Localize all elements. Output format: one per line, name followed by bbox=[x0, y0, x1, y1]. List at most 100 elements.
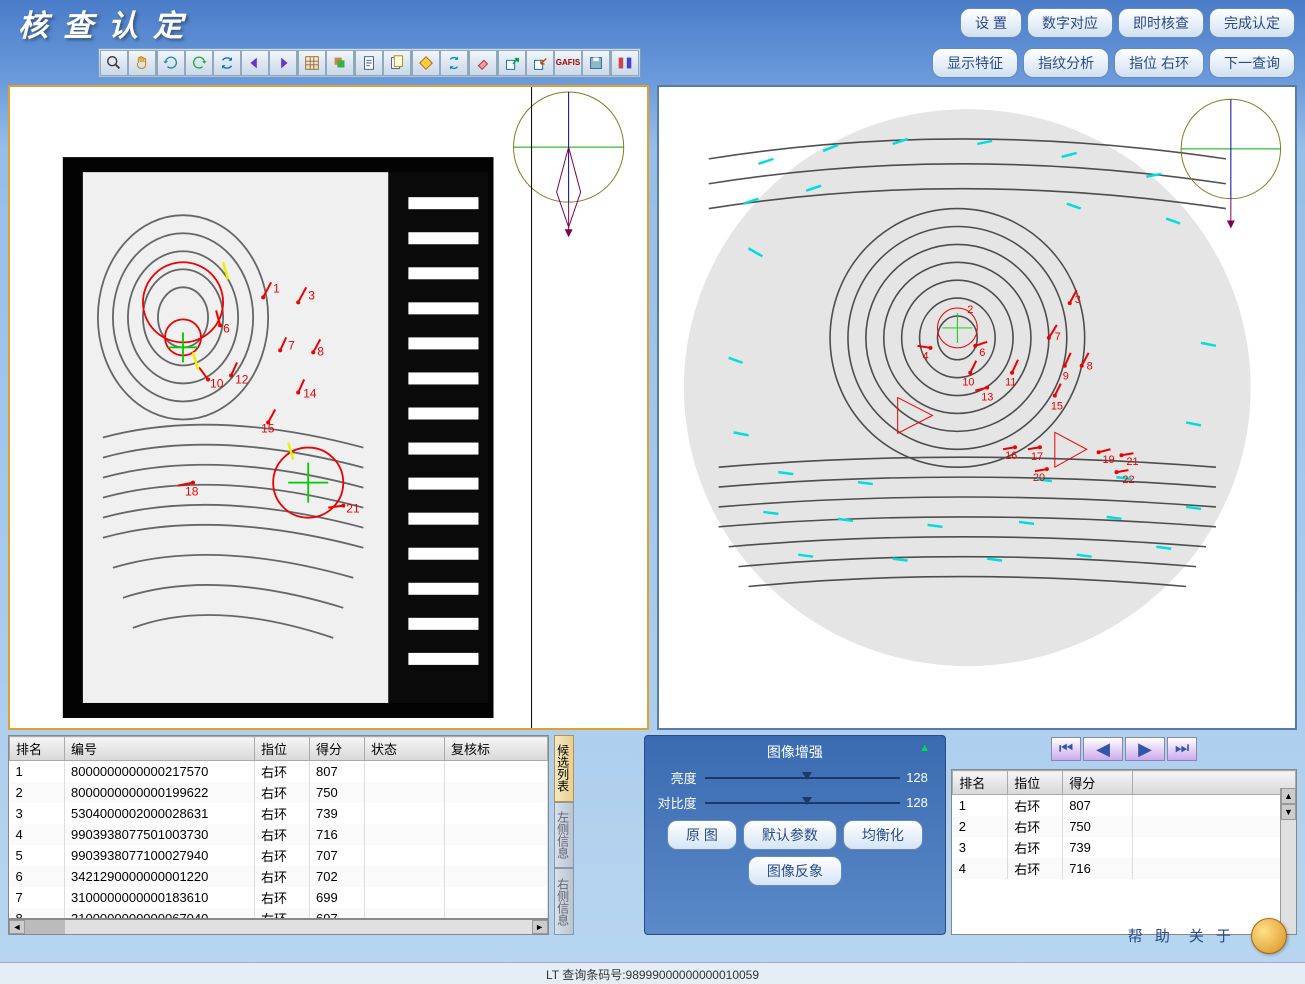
disk-icon[interactable] bbox=[582, 50, 610, 76]
about-link[interactable]: 关 于 bbox=[1189, 925, 1235, 946]
diamond-icon[interactable] bbox=[412, 50, 440, 76]
svg-text:10: 10 bbox=[210, 376, 224, 390]
nav-prev-icon[interactable]: ◀ bbox=[1083, 737, 1123, 761]
scol-blank[interactable] bbox=[1133, 771, 1296, 795]
svg-text:22: 22 bbox=[1122, 474, 1134, 486]
doc1-icon[interactable] bbox=[355, 50, 383, 76]
col-finger[interactable]: 指位 bbox=[255, 737, 310, 761]
equalize-button[interactable]: 均衡化 bbox=[843, 820, 923, 850]
main-toolbar: GAFIS bbox=[98, 48, 641, 78]
table-row[interactable]: 49903938077501003730右环716 bbox=[10, 824, 548, 845]
eraser-icon[interactable] bbox=[469, 50, 497, 76]
play-button[interactable] bbox=[1251, 918, 1287, 954]
col-review[interactable]: 复核标 bbox=[445, 737, 548, 761]
gafis-icon[interactable]: GAFIS bbox=[554, 50, 582, 76]
contrast-slider[interactable] bbox=[705, 802, 901, 804]
svg-text:8: 8 bbox=[1086, 361, 1092, 373]
table-row[interactable]: 18000000000000217570右环807 bbox=[10, 761, 548, 783]
hand-icon[interactable] bbox=[128, 50, 156, 76]
svg-text:20: 20 bbox=[1032, 472, 1044, 484]
settings-button[interactable]: 设 置 bbox=[960, 8, 1022, 38]
scol-finger[interactable]: 指位 bbox=[1008, 771, 1063, 795]
score-vscroll[interactable]: ▲▼ bbox=[1280, 788, 1296, 934]
svg-text:16: 16 bbox=[1005, 450, 1017, 462]
finger-position-button[interactable]: 指位 右环 bbox=[1114, 48, 1204, 78]
table-row[interactable]: 1右环807 bbox=[953, 795, 1296, 817]
nav-last-icon[interactable]: ⏭ bbox=[1167, 737, 1197, 761]
svg-text:6: 6 bbox=[223, 321, 230, 335]
tab-candidates[interactable]: 候选列表 bbox=[554, 735, 574, 802]
table-row[interactable]: 35304000002000028631右环739 bbox=[10, 803, 548, 824]
compare-icon[interactable] bbox=[611, 50, 639, 76]
table-row[interactable]: 83100000000000067040右环697 bbox=[10, 908, 548, 919]
table-row[interactable]: 2右环750 bbox=[953, 816, 1296, 837]
arrow-right-icon[interactable] bbox=[269, 50, 297, 76]
grid-icon[interactable] bbox=[298, 50, 326, 76]
instant-check-button[interactable]: 即时核查 bbox=[1118, 8, 1204, 38]
left-fingerprint-panel[interactable]: 1 3 6 7 8 10 12 14 15 18 21 bbox=[8, 85, 649, 730]
brightness-value: 128 bbox=[900, 770, 935, 785]
table-row[interactable]: 73100000000000183610右环699 bbox=[10, 887, 548, 908]
candidate-list-panel: 排名 编号 指位 得分 状态 复核标 18000000000000217570右… bbox=[8, 735, 549, 935]
col-score[interactable]: 得分 bbox=[310, 737, 365, 761]
col-status[interactable]: 状态 bbox=[365, 737, 445, 761]
doc2-icon[interactable] bbox=[383, 50, 411, 76]
svg-text:17: 17 bbox=[1030, 451, 1042, 463]
arrow-left-icon[interactable] bbox=[241, 50, 269, 76]
contrast-value: 128 bbox=[900, 795, 935, 810]
show-features-button[interactable]: 显示特征 bbox=[932, 48, 1018, 78]
score-table[interactable]: 排名 指位 得分 1右环8072右环7503右环7394右环716 bbox=[952, 770, 1296, 879]
nav-first-icon[interactable]: ⏮ bbox=[1051, 737, 1081, 761]
export-icon[interactable] bbox=[498, 50, 526, 76]
invert-button[interactable]: 图像反象 bbox=[748, 856, 842, 886]
rotate-left-icon[interactable] bbox=[157, 50, 185, 76]
rotate-right-icon[interactable] bbox=[185, 50, 213, 76]
tab-right-info[interactable]: 右侧信息 bbox=[554, 868, 574, 935]
digital-match-button[interactable]: 数字对应 bbox=[1027, 8, 1113, 38]
enhance-title: 图像增强 bbox=[655, 742, 936, 762]
svg-text:18: 18 bbox=[185, 485, 199, 499]
default-params-button[interactable]: 默认参数 bbox=[743, 820, 837, 850]
svg-text:7: 7 bbox=[1054, 331, 1060, 343]
svg-text:14: 14 bbox=[303, 386, 317, 400]
svg-text:7: 7 bbox=[288, 338, 295, 352]
table-row[interactable]: 59903938077100027940右环707 bbox=[10, 845, 548, 866]
sync-icon[interactable] bbox=[440, 50, 468, 76]
status-bar: LT 查询条码号:98999000000000010059 bbox=[0, 962, 1305, 984]
app-title: 核查认定 bbox=[10, 1, 960, 45]
table-hscroll[interactable]: ◄► bbox=[8, 919, 549, 935]
image-enhance-panel: 图像增强 亮度 128 对比度 128 原 图 默认参数 均衡化 图像反象 bbox=[644, 735, 947, 935]
svg-text:12: 12 bbox=[235, 372, 249, 386]
table-row[interactable]: 3右环739 bbox=[953, 837, 1296, 858]
scol-score[interactable]: 得分 bbox=[1063, 771, 1133, 795]
svg-text:8: 8 bbox=[317, 344, 324, 358]
next-query-button[interactable]: 下一查询 bbox=[1209, 48, 1295, 78]
zoom-icon[interactable] bbox=[100, 50, 128, 76]
svg-text:21: 21 bbox=[1126, 456, 1138, 468]
import-icon[interactable] bbox=[526, 50, 554, 76]
nav-next-icon[interactable]: ▶ bbox=[1125, 737, 1165, 761]
tab-left-info[interactable]: 左侧信息 bbox=[554, 802, 574, 869]
table-row[interactable]: 63421290000000001220右环702 bbox=[10, 866, 548, 887]
table-row[interactable]: 4右环716 bbox=[953, 858, 1296, 879]
svg-text:2: 2 bbox=[967, 304, 973, 316]
svg-text:15: 15 bbox=[1050, 400, 1062, 412]
brightness-label: 亮度 bbox=[655, 768, 705, 787]
brightness-slider[interactable] bbox=[705, 777, 901, 779]
refresh-icon[interactable] bbox=[213, 50, 241, 76]
analyze-button[interactable]: 指纹分析 bbox=[1023, 48, 1109, 78]
col-id[interactable]: 编号 bbox=[65, 737, 255, 761]
right-fingerprint-panel[interactable]: 2 3 4 6 7 8 9 10 11 13 15 17 16 19 20 21… bbox=[657, 85, 1298, 730]
original-image-button[interactable]: 原 图 bbox=[667, 820, 737, 850]
layers-icon[interactable] bbox=[326, 50, 354, 76]
svg-text:6: 6 bbox=[979, 347, 985, 359]
table-row[interactable]: 28000000000000199622右环750 bbox=[10, 782, 548, 803]
scol-rank[interactable]: 排名 bbox=[953, 771, 1008, 795]
complete-button[interactable]: 完成认定 bbox=[1209, 8, 1295, 38]
candidate-table[interactable]: 排名 编号 指位 得分 状态 复核标 18000000000000217570右… bbox=[9, 736, 548, 919]
svg-text:1: 1 bbox=[273, 281, 280, 295]
col-rank[interactable]: 排名 bbox=[10, 737, 65, 761]
latent-fingerprint-image: 1 3 6 7 8 10 12 14 15 18 21 bbox=[10, 87, 647, 728]
help-link[interactable]: 帮 助 bbox=[1128, 925, 1174, 946]
svg-text:15: 15 bbox=[261, 422, 275, 436]
